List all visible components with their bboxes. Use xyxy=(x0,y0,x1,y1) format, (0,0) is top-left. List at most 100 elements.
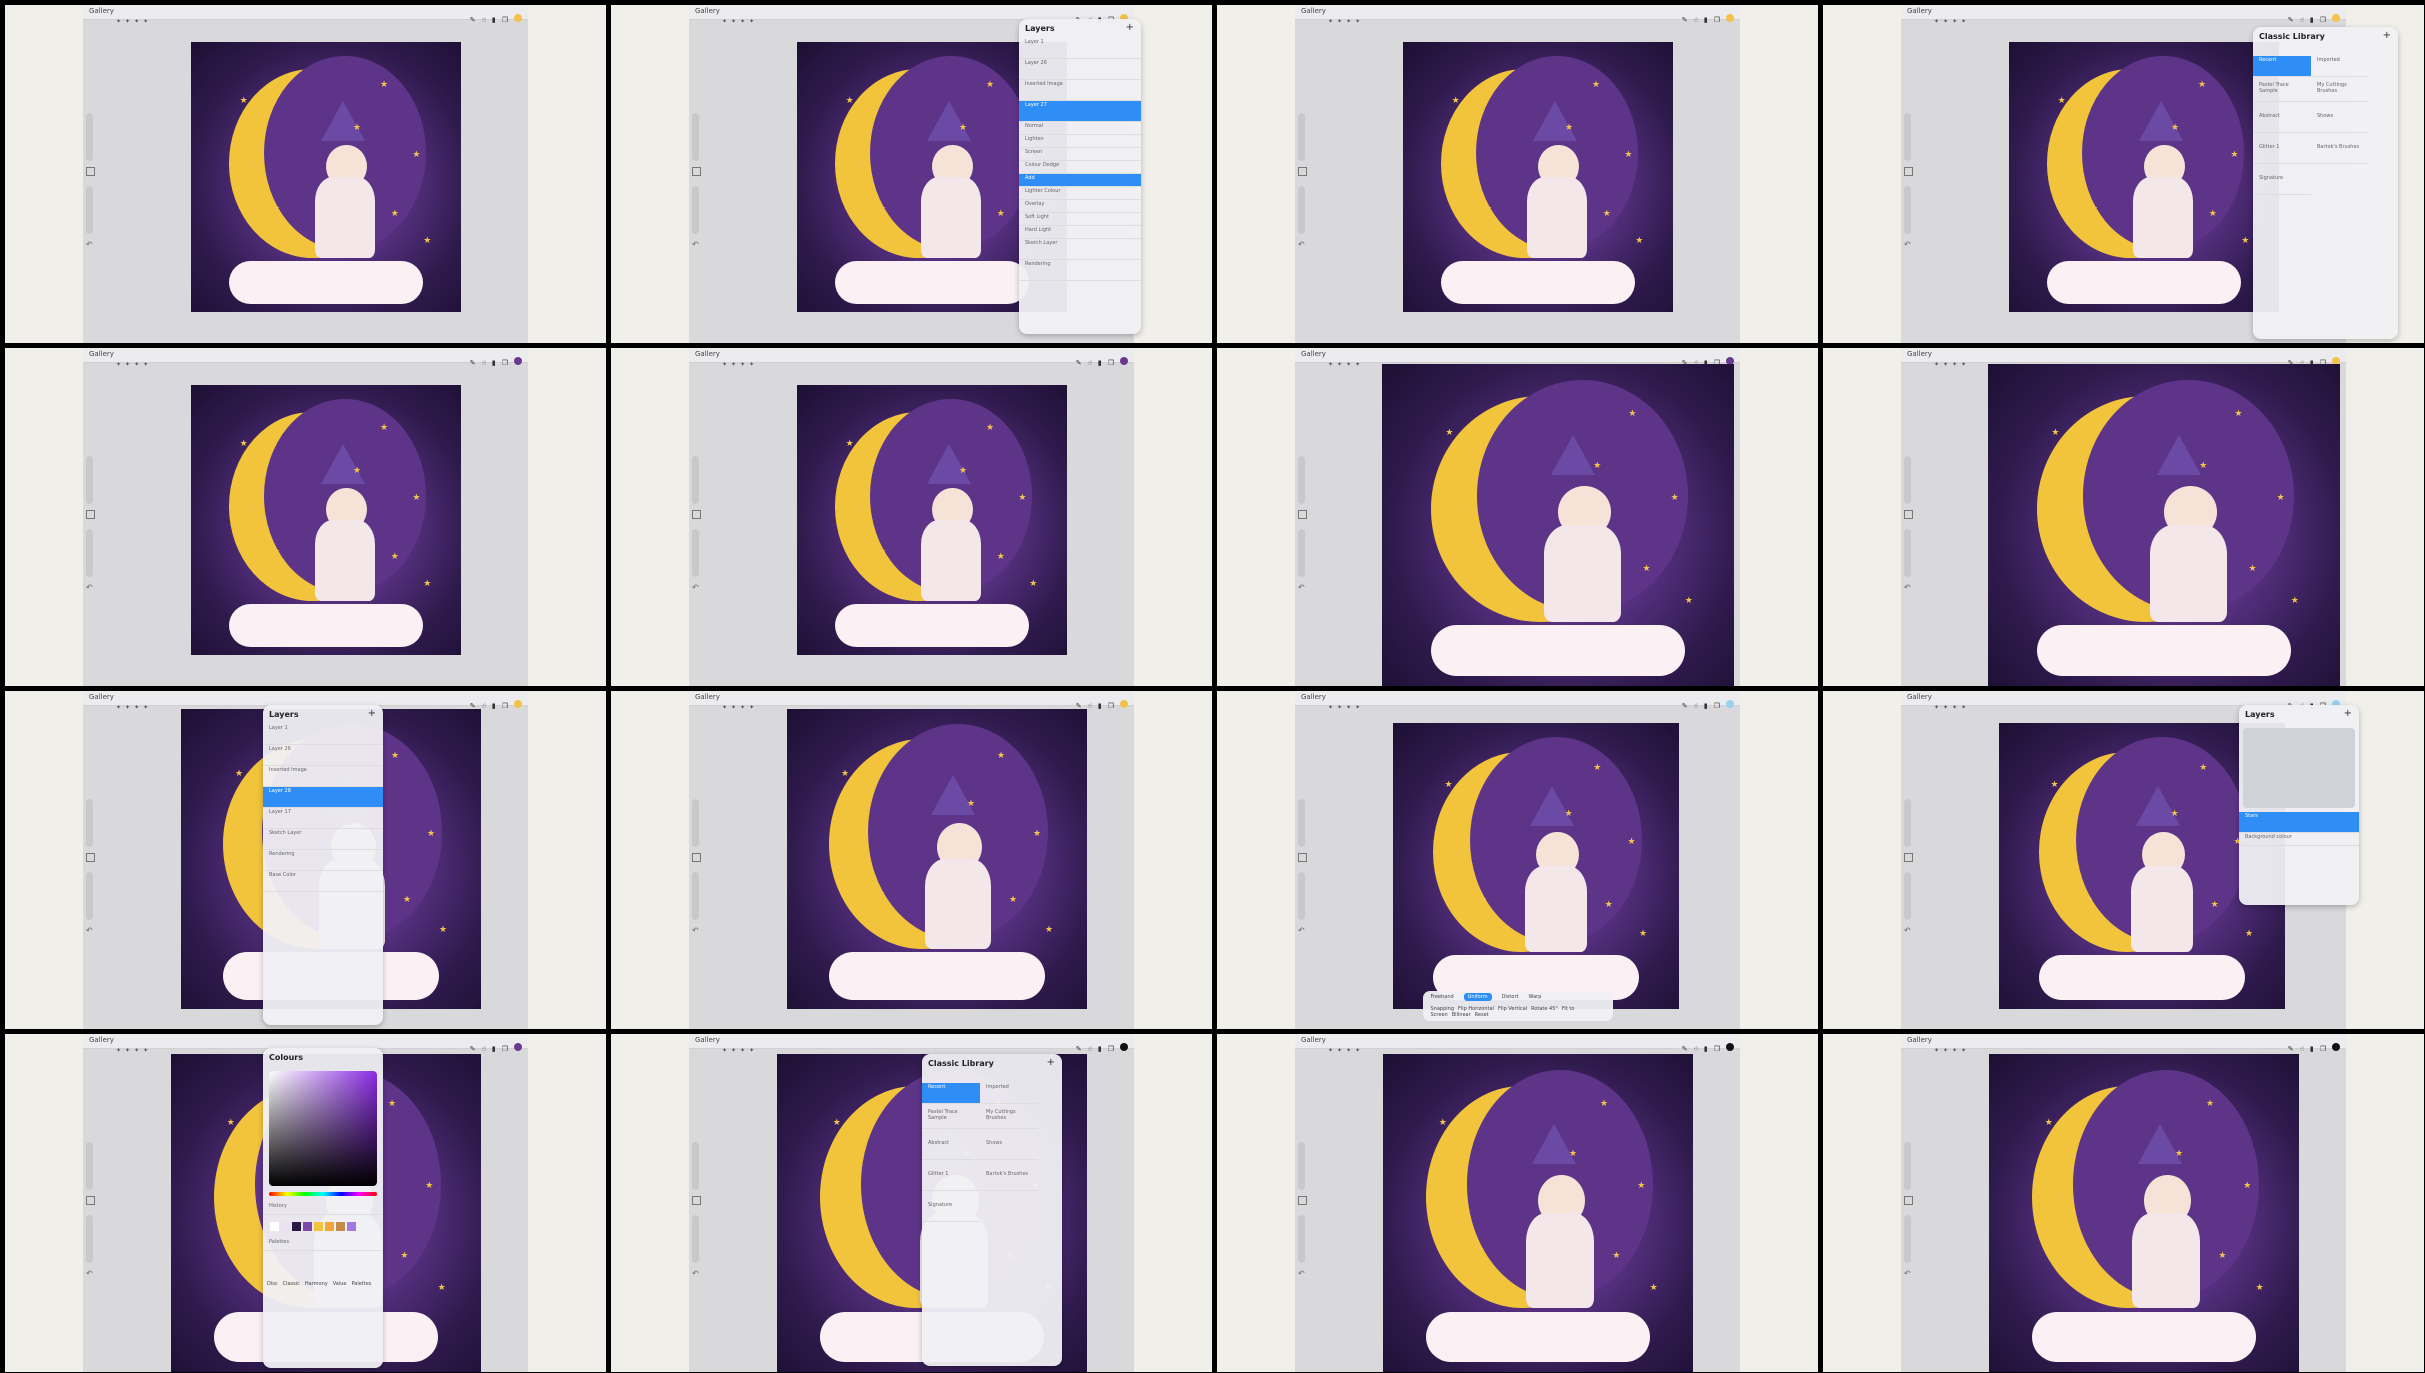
brush-size-slider[interactable] xyxy=(1298,456,1305,504)
magic-wand-icon[interactable]: ✦ xyxy=(1943,1047,1948,1054)
layer-row[interactable]: Layer 17 xyxy=(263,808,383,829)
opacity-slider[interactable] xyxy=(1298,1215,1305,1263)
opacity-slider[interactable] xyxy=(1904,186,1911,234)
undo-icon[interactable]: ↶ xyxy=(1904,583,1913,592)
smudge-icon[interactable]: ☝ xyxy=(2300,1045,2304,1053)
transform-icon[interactable]: ✦ xyxy=(1355,1047,1360,1054)
wrench-icon[interactable]: ✦ xyxy=(1328,18,1333,25)
magic-wand-icon[interactable]: ✦ xyxy=(1337,704,1342,711)
layers-icon[interactable]: ❐ xyxy=(2320,16,2326,24)
magic-wand-icon[interactable]: ✦ xyxy=(125,1047,130,1054)
wrench-icon[interactable]: ✦ xyxy=(1328,704,1333,711)
opacity-slider[interactable] xyxy=(1904,1215,1911,1263)
undo-icon[interactable]: ↶ xyxy=(1904,1269,1913,1278)
brush-category[interactable]: Glitter 1 xyxy=(2253,143,2311,164)
layer-row[interactable]: Sketch Layer xyxy=(263,829,383,850)
brush-size-slider[interactable] xyxy=(692,1142,699,1190)
colour-swatch[interactable] xyxy=(514,13,522,22)
undo-icon[interactable]: ↶ xyxy=(1298,240,1307,249)
selection-icon[interactable]: ✦ xyxy=(134,704,139,711)
colour-tab[interactable]: Harmony xyxy=(305,1281,328,1287)
brush-size-slider[interactable] xyxy=(86,1142,93,1190)
modify-button[interactable] xyxy=(1298,510,1307,519)
colour-swatch[interactable] xyxy=(1120,699,1128,708)
selection-icon[interactable]: ✦ xyxy=(740,18,745,25)
brush-icon[interactable]: ✎ xyxy=(470,359,476,367)
eraser-icon[interactable]: ▮ xyxy=(1098,359,1102,367)
brush-category[interactable]: Glitter 1 xyxy=(922,1170,980,1191)
magic-wand-icon[interactable]: ✦ xyxy=(731,704,736,711)
transform-icon[interactable]: ✦ xyxy=(749,1047,754,1054)
opacity-slider[interactable] xyxy=(86,1215,93,1263)
opacity-slider[interactable] xyxy=(692,872,699,920)
brush-size-slider[interactable] xyxy=(1298,1142,1305,1190)
magic-wand-icon[interactable]: ✦ xyxy=(1337,1047,1342,1054)
transform-icon[interactable]: ✦ xyxy=(1355,704,1360,711)
gallery-button[interactable]: Gallery xyxy=(695,7,720,15)
gallery-button[interactable]: Gallery xyxy=(695,693,720,701)
magic-wand-icon[interactable]: ✦ xyxy=(1943,704,1948,711)
magic-wand-icon[interactable]: ✦ xyxy=(125,361,130,368)
selection-icon[interactable]: ✦ xyxy=(1952,18,1957,25)
colour-swatch[interactable] xyxy=(270,1222,279,1231)
wrench-icon[interactable]: ✦ xyxy=(1934,18,1939,25)
selection-icon[interactable]: ✦ xyxy=(1346,1047,1351,1054)
smudge-icon[interactable]: ☝ xyxy=(1088,1045,1092,1053)
modify-button[interactable] xyxy=(1298,853,1307,862)
modify-button[interactable] xyxy=(1904,853,1913,862)
undo-icon[interactable]: ↶ xyxy=(86,926,95,935)
blend-mode-item[interactable]: Soft Light xyxy=(1019,213,1141,226)
layers-icon[interactable]: ❐ xyxy=(502,359,508,367)
smudge-icon[interactable]: ☝ xyxy=(1694,16,1698,24)
opacity-slider[interactable] xyxy=(1298,186,1305,234)
layers-icon[interactable]: ❐ xyxy=(1714,1045,1720,1053)
blend-mode-item[interactable]: Screen xyxy=(1019,148,1141,161)
brush-size-slider[interactable] xyxy=(86,113,93,161)
selection-icon[interactable]: ✦ xyxy=(1346,704,1351,711)
opacity-slider[interactable] xyxy=(692,1215,699,1263)
opacity-slider[interactable] xyxy=(1904,872,1911,920)
brush-category[interactable]: Abstract xyxy=(922,1139,980,1160)
eraser-icon[interactable]: ▮ xyxy=(1704,1045,1708,1053)
eraser-icon[interactable]: ▮ xyxy=(492,359,496,367)
colour-swatch[interactable] xyxy=(281,1222,290,1231)
layer-row[interactable]: Sketch Layer xyxy=(1019,239,1141,260)
brush-size-slider[interactable] xyxy=(1904,799,1911,847)
colour-swatch[interactable] xyxy=(514,699,522,708)
selection-icon[interactable]: ✦ xyxy=(134,361,139,368)
wrench-icon[interactable]: ✦ xyxy=(116,1047,121,1054)
brush-category[interactable]: Bartok's Brushes xyxy=(2311,143,2369,164)
opacity-slider[interactable] xyxy=(1298,529,1305,577)
blend-mode-item[interactable]: Add xyxy=(1019,174,1141,187)
layers-icon[interactable]: ❐ xyxy=(2320,1045,2326,1053)
transform-icon[interactable]: ✦ xyxy=(143,361,148,368)
brush-icon[interactable]: ✎ xyxy=(1682,1045,1688,1053)
colour-swatch[interactable] xyxy=(1120,356,1128,365)
magic-wand-icon[interactable]: ✦ xyxy=(1337,18,1342,25)
colour-swatch[interactable] xyxy=(514,356,522,365)
modify-button[interactable] xyxy=(86,167,95,176)
magic-wand-icon[interactable]: ✦ xyxy=(1337,361,1342,368)
wrench-icon[interactable]: ✦ xyxy=(722,18,727,25)
brush-size-slider[interactable] xyxy=(692,799,699,847)
layer-row[interactable]: Rendering xyxy=(1019,260,1141,281)
brush-size-slider[interactable] xyxy=(1298,799,1305,847)
modify-button[interactable] xyxy=(1298,1196,1307,1205)
gallery-button[interactable]: Gallery xyxy=(89,693,114,701)
magic-wand-icon[interactable]: ✦ xyxy=(731,18,736,25)
brush-category[interactable]: Imported xyxy=(2311,56,2369,77)
brush-icon[interactable]: ✎ xyxy=(1682,16,1688,24)
layer-row[interactable]: Layer 27 xyxy=(1019,101,1141,122)
brush-category[interactable]: Recent xyxy=(922,1083,980,1104)
smudge-icon[interactable]: ☝ xyxy=(482,16,486,24)
colour-swatch[interactable] xyxy=(1726,1042,1734,1051)
gallery-button[interactable]: Gallery xyxy=(1907,693,1932,701)
layers-icon[interactable]: ❐ xyxy=(502,16,508,24)
brush-size-slider[interactable] xyxy=(692,113,699,161)
blend-mode-item[interactable]: Hard Light xyxy=(1019,226,1141,239)
undo-icon[interactable]: ↶ xyxy=(692,583,701,592)
transform-icon[interactable]: ✦ xyxy=(143,704,148,711)
magic-wand-icon[interactable]: ✦ xyxy=(1943,18,1948,25)
wrench-icon[interactable]: ✦ xyxy=(116,704,121,711)
gallery-button[interactable]: Gallery xyxy=(89,7,114,15)
